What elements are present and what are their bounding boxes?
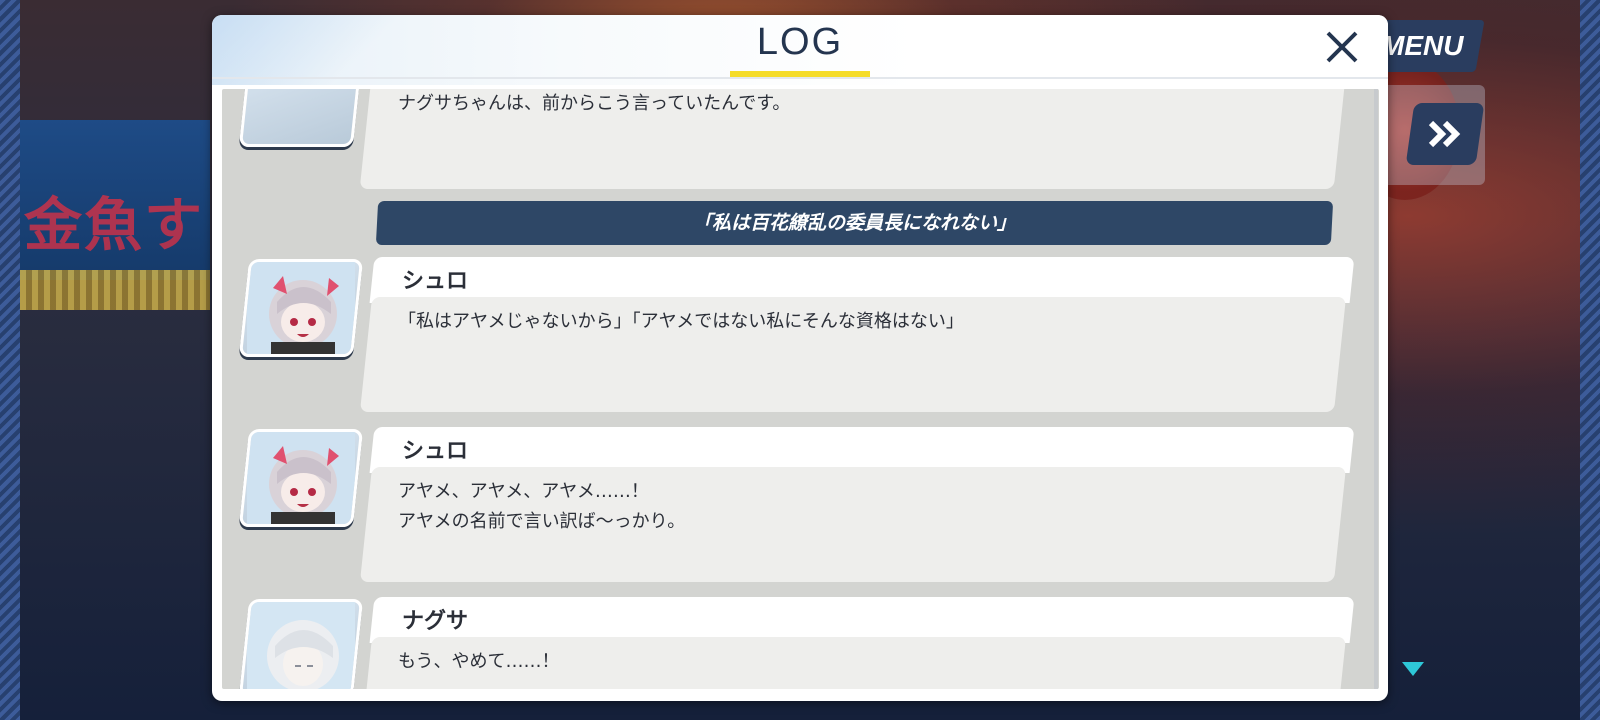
shuro-portrait-icon <box>247 262 355 354</box>
double-chevron-right-icon <box>1428 120 1461 148</box>
menu-button-label: MENU <box>1380 30 1464 61</box>
right-border-stripe <box>1580 0 1600 720</box>
close-icon[interactable] <box>1322 27 1362 67</box>
avatar <box>238 599 364 689</box>
avatar <box>238 259 364 357</box>
fast-forward-button[interactable] <box>1405 103 1485 165</box>
log-entry: ナグサ もう、やめて……！ <box>222 597 1379 689</box>
speaker-name: シュロ <box>402 269 469 294</box>
narration-text: 「私は百花繚乱の委員長になれない」 <box>692 212 1016 234</box>
log-header: LOG <box>212 15 1388 85</box>
log-entry: シュロ 「私はアヤメじゃないから」「アヤメではない私にそんな資格はない」 <box>222 257 1379 417</box>
message-text: もう、やめて……！ <box>398 651 560 672</box>
avatar <box>238 89 364 147</box>
message-text: アヤメ、アヤメ、アヤメ……！ アヤメの名前で言い訳ば〜っかり。 <box>398 481 686 532</box>
log-entry: シュロ アヤメ、アヤメ、アヤメ……！ アヤメの名前で言い訳ば〜っかり。 <box>222 427 1379 587</box>
message-text: ナグサちゃんは、前からこう言っていたんです。 <box>398 93 791 114</box>
speaker-name: シュロ <box>402 439 469 464</box>
triangle-down-icon[interactable] <box>1402 662 1424 676</box>
avatar <box>238 429 364 527</box>
log-title: LOG <box>756 21 844 63</box>
speaker-name: ナグサ <box>402 609 469 634</box>
header-separator <box>212 77 1388 79</box>
log-dialog: LOG ナグサちゃんは、前からこう言っていたんです。 「私は百花繚乱の委員長にな… <box>212 15 1388 701</box>
narration-entry: 「私は百花繚乱の委員長になれない」 <box>222 201 1379 251</box>
left-border-stripe <box>0 0 20 720</box>
log-entry: ナグサちゃんは、前からこう言っていたんです。 <box>222 89 1379 209</box>
background-sign-text: 金魚す <box>24 191 205 259</box>
shuro-portrait-icon <box>247 432 355 524</box>
log-scrollbar[interactable] <box>1374 89 1378 689</box>
log-scroll-area[interactable]: ナグサちゃんは、前からこう言っていたんです。 「私は百花繚乱の委員長になれない」 <box>222 89 1379 689</box>
nagusa-portrait-icon <box>247 602 355 689</box>
message-text: 「私はアヤメじゃないから」「アヤメではない私にそんな資格はない」 <box>398 311 964 332</box>
background-awning <box>20 270 210 310</box>
